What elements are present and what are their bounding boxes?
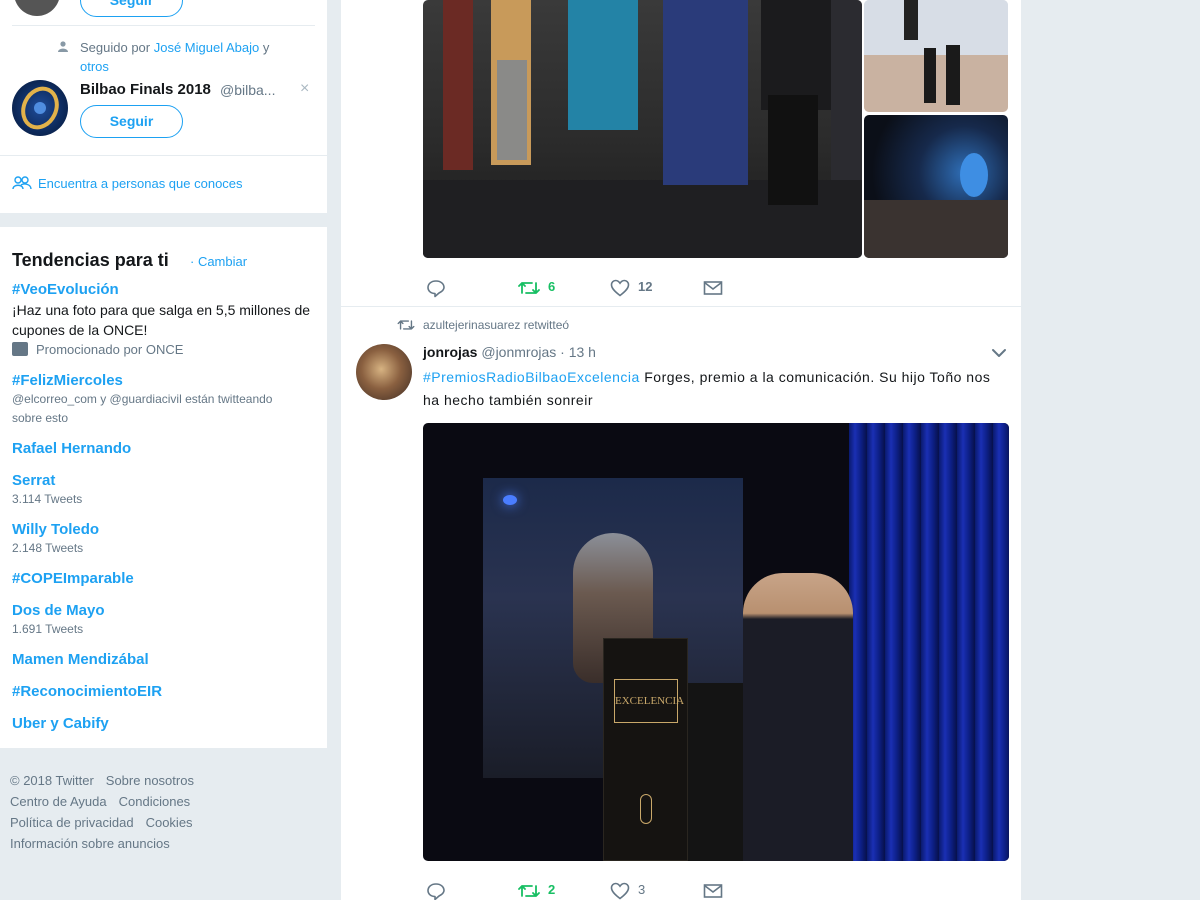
envelope-icon (703, 883, 723, 898)
retweet-icon (397, 320, 415, 330)
trend-item[interactable]: Rafael Hernando (12, 440, 131, 457)
tweet-text: #PremiosRadioBilbaoExcelencia Forges, pr… (423, 366, 993, 412)
retweet-icon (518, 884, 540, 897)
trend-item[interactable]: Mamen Mendizábal (12, 651, 149, 668)
speaker-shape (743, 573, 853, 861)
trend-meta: 2.148 Tweets (12, 541, 84, 555)
trend-item[interactable]: Uber y Cabify (12, 715, 109, 732)
retweeted-by-label: azultejerinasuarez retwitteó (423, 318, 570, 332)
trend-meta: 3.114 Tweets (12, 492, 83, 506)
follow-button[interactable]: Seguir (80, 0, 183, 17)
others-link[interactable]: otros (80, 59, 109, 74)
person-icon (58, 41, 68, 52)
suggestion-name[interactable]: Bilbao Finals 2018 (80, 81, 211, 98)
group-photo-image (423, 0, 862, 258)
trend-item[interactable]: Dos de Mayo (12, 602, 105, 619)
like-count: 3 (638, 882, 646, 897)
stage-photo-image (864, 0, 1008, 112)
tweet-header: jonrojas @jonmrojas · 13 h (423, 344, 596, 360)
tweet-photo[interactable] (864, 0, 1008, 112)
trends-card: Tendencias para ti · Cambiar #VeoEvoluci… (0, 227, 327, 748)
trend-description: ¡Haz una foto para que salga en 5,5 mill… (12, 302, 311, 338)
trend-item[interactable]: #FelizMiercoles (12, 372, 123, 389)
avatar[interactable] (14, 0, 60, 16)
direct-message-button[interactable] (703, 878, 723, 900)
tweet-timestamp[interactable]: · 13 h (560, 344, 596, 360)
timeline-stream: 6 12 azultejerinasuarez retwitteó jonroj… (341, 0, 1021, 900)
like-button[interactable]: 12 (610, 275, 652, 299)
reply-button[interactable] (426, 275, 446, 299)
like-button[interactable]: 3 (610, 878, 645, 900)
avatar[interactable] (12, 80, 68, 136)
dismiss-icon[interactable]: × (300, 80, 309, 98)
trends-title: Tendencias para ti (12, 250, 169, 270)
trend-meta: @elcorreo_com y @guardiacivil están twit… (12, 392, 273, 425)
followed-by-text: Seguido por José Miguel Abajo y otros (58, 38, 308, 76)
find-people-link[interactable]: Encuentra a personas que conoces (12, 176, 243, 191)
followed-by-and: y (259, 40, 270, 55)
retweet-icon (518, 281, 540, 294)
retweet-count: 6 (548, 279, 556, 294)
tweet-actions: 6 12 (426, 275, 746, 299)
hashtag-link[interactable]: #PremiosRadioBilbaoExcelencia (423, 369, 640, 385)
trend-item[interactable]: #ReconocimientoEIR (12, 683, 162, 700)
trend-item[interactable]: #VeoEvolución (12, 281, 119, 298)
stage-light-shape (503, 495, 517, 505)
tweet-actions: 2 3 (426, 878, 746, 900)
retweet-count: 2 (548, 882, 556, 897)
trends-change-link[interactable]: · Cambiar (190, 254, 247, 269)
chevron-down-icon (992, 349, 1006, 357)
trend-item[interactable]: #COPEImparable (12, 570, 134, 587)
tweet-photo[interactable] (864, 115, 1008, 258)
footer-link[interactable]: Sobre nosotros (106, 773, 194, 788)
footer-link[interactable]: © 2018 Twitter (10, 773, 94, 788)
people-icon (12, 176, 32, 190)
retweet-button[interactable]: 2 (518, 878, 555, 900)
microphone-icon (640, 794, 652, 824)
avatar[interactable] (356, 344, 412, 400)
trend-item[interactable]: Willy Toledo (12, 521, 99, 538)
promoted-icon (12, 342, 28, 356)
podium-shape: EXCELENCIA (603, 638, 688, 861)
followed-by-prefix: Seguido por (80, 40, 154, 55)
author-name[interactable]: jonrojas (423, 344, 477, 360)
curtain-shape (849, 423, 1009, 861)
author-handle[interactable]: @jonmrojas (481, 344, 556, 360)
find-people-label: Encuentra a personas que conoces (38, 176, 243, 191)
podium-sign: EXCELENCIA (614, 679, 684, 723)
like-count: 12 (638, 279, 653, 294)
tweet-menu-button[interactable] (991, 346, 1007, 364)
tweet-photo[interactable] (423, 0, 862, 258)
bilbao-finals-logo-icon (21, 86, 59, 130)
trend-item[interactable]: Serrat (12, 472, 55, 489)
tweet-photo[interactable]: EXCELENCIA (423, 423, 1009, 861)
promoted-label: Promocionado por ONCE (36, 342, 184, 357)
reply-button[interactable] (426, 878, 446, 900)
divider (12, 25, 315, 26)
footer-link[interactable]: Política de privacidad (10, 815, 134, 830)
envelope-icon (703, 280, 723, 295)
trend-promoted: Promocionado por ONCE (12, 340, 292, 359)
heart-icon (610, 279, 630, 297)
direct-message-button[interactable] (703, 275, 723, 299)
footer-link[interactable]: Centro de Ayuda (10, 794, 107, 809)
auditorium-photo-image (864, 153, 1008, 258)
divider (0, 155, 327, 156)
retweeted-by-context[interactable]: azultejerinasuarez retwitteó (397, 318, 569, 332)
reply-icon (427, 882, 445, 900)
followed-by-link[interactable]: José Miguel Abajo (154, 40, 260, 55)
trend-meta: 1.691 Tweets (12, 622, 84, 636)
footer-link[interactable]: Cookies (146, 815, 193, 830)
follow-button[interactable]: Seguir (80, 105, 183, 138)
footer-link[interactable]: Condiciones (119, 794, 191, 809)
suggestion-handle: @bilba... (220, 82, 276, 98)
retweet-button[interactable]: 6 (518, 275, 555, 299)
heart-icon (610, 882, 630, 900)
reply-icon (427, 279, 445, 297)
footer-links: © 2018 Twitter Sobre nosotros Centro de A… (10, 770, 320, 854)
footer-link[interactable]: Información sobre anuncios (10, 836, 170, 851)
who-to-follow-card: Seguir Seguido por José Miguel Abajo y ot… (0, 0, 327, 213)
tweet-divider (341, 306, 1021, 307)
